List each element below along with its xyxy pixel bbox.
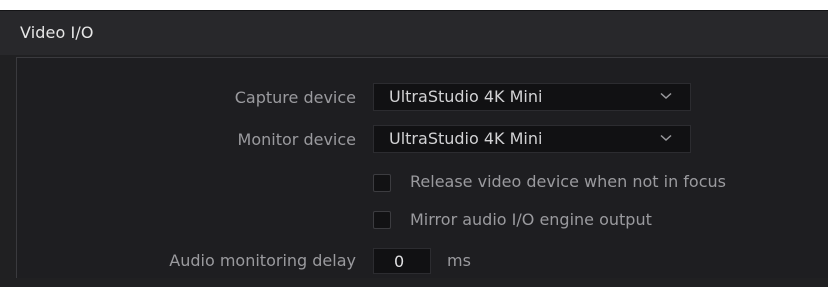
capture-device-value: UltraStudio 4K Mini <box>389 87 543 106</box>
mirror-audio-label: Mirror audio I/O engine output <box>410 210 652 229</box>
audio-monitoring-delay-label: Audio monitoring delay <box>169 251 356 270</box>
monitor-device-dropdown[interactable]: UltraStudio 4K Mini <box>373 125 691 153</box>
mirror-audio-checkbox[interactable] <box>373 211 391 229</box>
ms-unit-label: ms <box>447 251 471 270</box>
release-video-device-label: Release video device when not in focus <box>410 172 726 191</box>
monitor-device-value: UltraStudio 4K Mini <box>389 129 543 148</box>
panel-header: Video I/O <box>0 11 828 55</box>
audio-monitoring-delay-input[interactable]: 0 <box>373 248 431 274</box>
monitor-device-label: Monitor device <box>237 130 356 149</box>
capture-device-dropdown[interactable]: UltraStudio 4K Mini <box>373 83 691 111</box>
chevron-down-icon <box>660 134 672 142</box>
capture-device-label: Capture device <box>234 88 356 107</box>
audio-monitoring-delay-value: 0 <box>394 252 405 271</box>
release-video-device-checkbox[interactable] <box>373 174 391 192</box>
panel-title: Video I/O <box>20 23 94 42</box>
chevron-down-icon <box>660 92 672 100</box>
